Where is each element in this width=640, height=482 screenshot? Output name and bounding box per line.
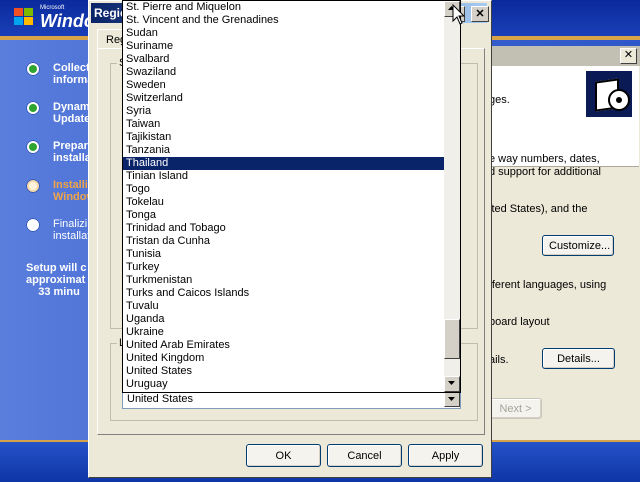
step-done-icon [26,140,40,154]
country-option[interactable]: Tajikistan [123,131,444,144]
step-done-icon [26,101,40,115]
keyboard-text: board layout [489,316,550,328]
scroll-down-icon[interactable] [444,376,460,392]
country-option[interactable]: Turks and Caicos Islands [123,287,444,300]
country-option[interactable]: Togo [123,183,444,196]
back-dialog-header: ges. [489,66,639,167]
step-active-icon [26,179,40,193]
description-text: d support for additional [489,166,601,178]
step-label: Installing Windows [53,179,93,203]
close-icon[interactable]: ✕ [471,6,489,22]
location-dropdown-list[interactable]: St. Pierre and Miquelon St. Vincent and t… [122,0,461,393]
step-label: Preparing installation [53,140,93,164]
back-dialog-titlebar: ✕ [489,46,640,66]
step-installing-windows: Installing Windows [26,177,96,216]
scrollbar-thumb[interactable] [444,319,460,359]
locale-text: ited States), and the [489,203,588,215]
step-label: Collecting information [53,62,93,86]
step-finalizing-installation: Finalizing installation [26,216,96,255]
country-option[interactable]: Tanzania [123,144,444,157]
country-option[interactable]: Suriname [123,40,444,53]
country-option[interactable]: Tristan da Cunha [123,235,444,248]
header-text: ges. [489,94,510,106]
country-option[interactable]: Thailand [123,157,444,170]
step-preparing-installation: Preparing installation [26,138,96,177]
country-option[interactable]: United Kingdom [123,352,444,365]
country-option[interactable]: St. Pierre and Miquelon [123,1,444,14]
close-icon[interactable]: ✕ [620,48,637,64]
description-text: e way numbers, dates, [489,153,600,165]
step-collecting-information: Collecting information [26,60,96,99]
step-done-icon [26,62,40,76]
country-option[interactable]: Uganda [123,313,444,326]
regional-settings-icon [586,71,632,117]
country-option[interactable]: Tinian Island [123,170,444,183]
mouse-cursor-icon [452,4,466,25]
country-option[interactable]: United States [123,365,444,378]
apply-button[interactable]: Apply [408,444,483,467]
country-option[interactable]: Tonga [123,209,444,222]
step-dynamic-update: Dynamic Update [26,99,96,138]
country-option[interactable]: Ukraine [123,326,444,339]
country-option[interactable]: Trinidad and Tobago [123,222,444,235]
windows-flag-icon [14,8,36,28]
country-option[interactable]: Taiwan [123,118,444,131]
country-option[interactable]: United Arab Emirates [123,339,444,352]
country-option[interactable]: St. Vincent and the Grenadines [123,14,444,27]
country-option[interactable]: Tunisia [123,248,444,261]
country-option[interactable]: Switzerland [123,92,444,105]
country-option[interactable]: Turkey [123,261,444,274]
step-label: Finalizing installation [53,218,93,242]
dropdown-scrollbar[interactable] [444,1,460,392]
country-option[interactable]: Tuvalu [123,300,444,313]
location-combobox-value: United States [127,393,194,405]
ok-button[interactable]: OK [246,444,321,467]
details-button[interactable]: Details... [542,348,615,369]
step-pending-icon [26,218,40,232]
next-button[interactable]: Next > [489,398,542,419]
country-option[interactable]: Sudan [123,27,444,40]
country-option[interactable]: Svalbard [123,53,444,66]
country-option[interactable]: Sweden [123,79,444,92]
cancel-button[interactable]: Cancel [327,444,402,467]
country-option[interactable]: Syria [123,105,444,118]
country-option[interactable]: Turkmenistan [123,274,444,287]
chevron-down-icon[interactable] [444,392,460,407]
language-text: fferent languages, using [489,279,607,291]
customize-button[interactable]: Customize... [542,235,614,256]
step-label: Dynamic Update [53,101,93,125]
country-option[interactable]: Uruguay [123,378,444,391]
setup-steps: Collecting information Dynamic Update Pr… [26,60,96,255]
regional-setup-dialog: ✕ ges. e way numbers, dates, d support f… [488,46,640,440]
country-option[interactable]: Swaziland [123,66,444,79]
time-remaining-text: Setup will c approximat 33 minu [26,262,87,298]
windows-logo: Microsoft Windows [12,2,119,36]
country-option[interactable]: Tokelau [123,196,444,209]
country-list: St. Pierre and Miquelon St. Vincent and t… [123,1,444,392]
